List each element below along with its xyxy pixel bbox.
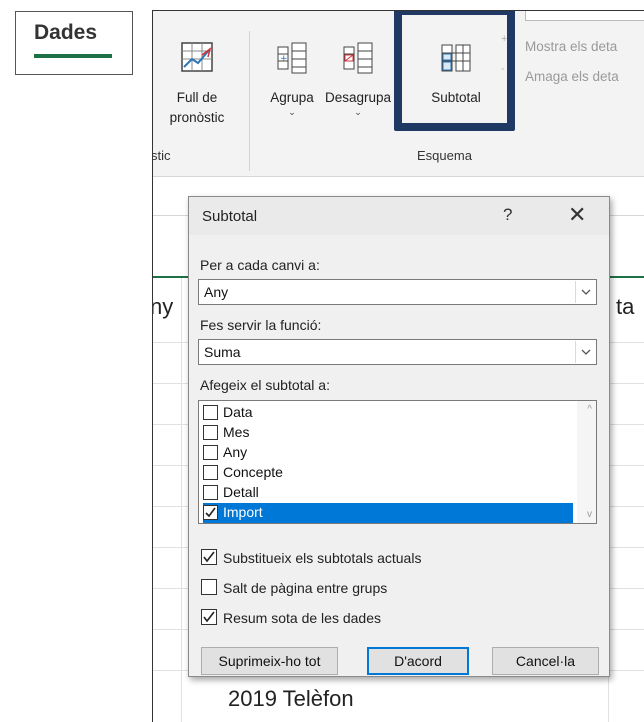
show-detail-label: Mostra els deta (525, 39, 618, 54)
subtotal-dialog: Subtotal ? ✕ Per a cada canvi a: Any Fes… (188, 196, 610, 677)
dades-tab-crop: Dades (15, 11, 133, 75)
hide-detail-label: Amaga els deta (525, 69, 619, 84)
checkbox-checked[interactable] (201, 609, 217, 625)
dialog-title: Subtotal (202, 208, 258, 225)
cell-row-2019[interactable]: 2019 Telèfon (228, 686, 354, 712)
scroll-down-icon[interactable]: v (587, 509, 592, 520)
group-icon: + (277, 42, 307, 74)
column-header-fragment-right: ta (616, 294, 635, 319)
ungroup-label: Desagrupa (324, 90, 392, 105)
checkbox[interactable] (203, 445, 218, 460)
close-icon[interactable]: ✕ (568, 202, 586, 228)
ok-button[interactable]: D'acord (367, 647, 469, 675)
group-label: Agrupa (270, 90, 314, 105)
checkbox[interactable] (203, 485, 218, 500)
use-function-value: Suma (204, 344, 241, 360)
forecast-sheet-label-1: Full de (176, 90, 218, 105)
cancel-button[interactable]: Cancel·la (492, 647, 599, 675)
list-scrollbar[interactable]: ^ v (577, 401, 596, 523)
chevron-down-icon[interactable] (575, 281, 595, 303)
active-tab-underline (34, 54, 112, 58)
hide-detail-button[interactable]: - Amaga els deta (501, 63, 619, 84)
at-each-change-value: Any (204, 284, 229, 300)
group-button[interactable]: + Agrupa ⌄ (261, 41, 323, 118)
subtotal-highlight-box (394, 11, 515, 131)
column-header-fragment-left: ny (152, 294, 174, 319)
cell-concept: Telèfon (282, 686, 354, 711)
forecast-sheet-label-2: pronòstic (169, 110, 225, 125)
checkbox-checked[interactable] (201, 549, 217, 565)
checkbox[interactable] (203, 405, 218, 420)
check-icon (203, 551, 215, 563)
use-function-label: Fes servir la funció: (200, 317, 322, 333)
list-item-selected[interactable]: Import (203, 503, 573, 523)
ribbon-separator (249, 31, 250, 171)
search-box[interactable] (525, 11, 644, 21)
list-item[interactable]: Mes (203, 423, 573, 443)
at-each-change-select[interactable]: Any (198, 279, 597, 305)
help-icon[interactable]: ? (503, 205, 512, 225)
dialog-title-bar[interactable]: Subtotal ? ✕ (189, 197, 609, 235)
at-each-change-label: Per a cada canvi a: (200, 257, 320, 273)
forecast-sheet-button[interactable]: Full de pronòstic (157, 41, 237, 128)
checkbox-checked[interactable] (203, 505, 218, 520)
dades-tab[interactable]: Dades (34, 21, 97, 45)
check-icon (205, 507, 216, 518)
checkbox[interactable] (203, 465, 218, 480)
forecast-group-label: stic (152, 148, 171, 163)
show-detail-button[interactable]: + Mostra els deta (501, 33, 618, 54)
ungroup-button[interactable]: Desagrupa ⌄ (323, 41, 393, 118)
grid-line (181, 278, 182, 722)
list-item[interactable]: Detall (203, 483, 573, 503)
subtotal-fields-list[interactable]: Data Mes Any Concepte Detall Import ^ v (198, 400, 597, 524)
list-item[interactable]: Any (203, 443, 573, 463)
list-item[interactable]: Concepte (203, 463, 573, 483)
check-icon (203, 611, 215, 623)
forecast-sheet-icon (181, 42, 213, 72)
checkbox[interactable] (203, 425, 218, 440)
ungroup-icon (343, 42, 373, 74)
svg-text:+: + (280, 54, 288, 64)
checkbox[interactable] (201, 579, 217, 595)
cell-year: 2019 (228, 686, 277, 711)
use-function-select[interactable]: Suma (198, 339, 597, 365)
chevron-down-icon[interactable] (575, 341, 595, 363)
outline-group-label: Esquema (417, 148, 472, 163)
list-item[interactable]: Data (203, 403, 573, 423)
add-subtotal-label: Afegeix el subtotal a: (200, 377, 330, 393)
scroll-up-icon[interactable]: ^ (587, 404, 592, 415)
remove-all-button[interactable]: Suprimeix-ho tot (201, 647, 338, 675)
